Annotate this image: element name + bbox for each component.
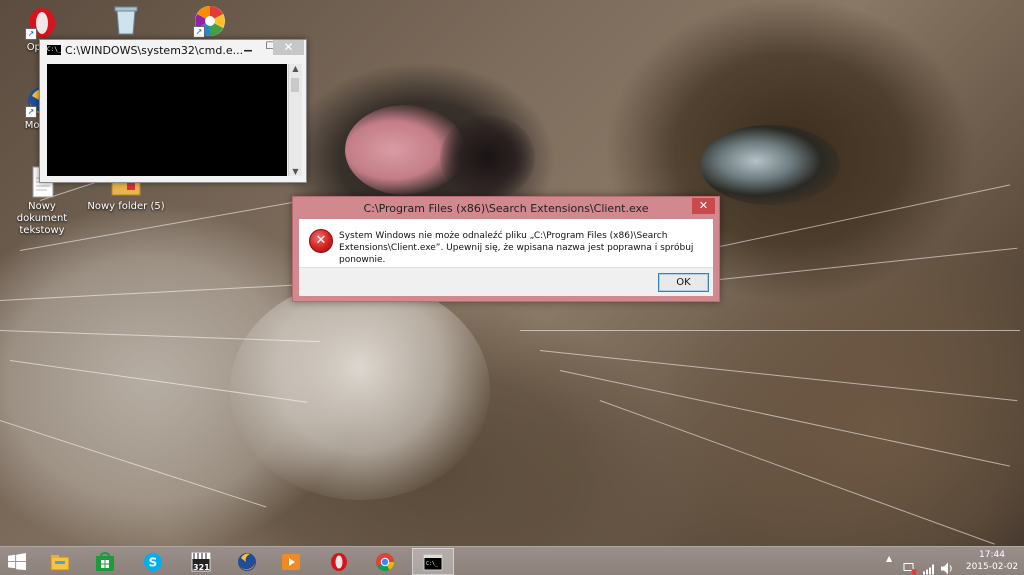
error-icon: ✕ <box>309 229 333 253</box>
dialog-content: ✕ System Windows nie może odnaleźć pliku… <box>299 219 713 267</box>
clock-time: 17:44 <box>979 550 1005 560</box>
cmd-icon: C:\_ <box>47 45 62 55</box>
cmd-console-area[interactable] <box>47 64 287 176</box>
whisker <box>539 350 1018 402</box>
close-button[interactable]: ✕ <box>273 40 304 55</box>
taskbar-chrome[interactable] <box>366 548 404 575</box>
dialog-title: C:\Program Files (x86)\Search Extensions… <box>363 202 649 215</box>
whisker <box>599 400 995 545</box>
network-signal-icon[interactable] <box>922 555 936 575</box>
taskbar-clock[interactable]: 17:44 2015-02-02 <box>962 549 1022 573</box>
wallpaper-cat-nostril <box>440 115 535 200</box>
desktop-icon-recycle-bin[interactable] <box>86 2 166 38</box>
start-button[interactable] <box>0 548 36 575</box>
action-center-icon[interactable] <box>903 554 917 575</box>
clock-date: 2015-02-02 <box>965 562 1019 572</box>
chrome-icon <box>376 553 394 572</box>
volume-icon[interactable] <box>940 554 954 575</box>
minimize-button[interactable]: ▁ <box>236 40 260 55</box>
taskbar-opera[interactable] <box>320 548 358 575</box>
dialog-message: System Windows nie może odnaleźć pliku „… <box>339 231 694 265</box>
shortcut-arrow-icon: ↗ <box>193 26 205 38</box>
whisker <box>0 420 267 508</box>
taskbar-file-explorer[interactable] <box>41 548 79 575</box>
whisker <box>559 370 1010 467</box>
skype-icon: S <box>144 553 162 571</box>
taskbar-media-player[interactable] <box>272 548 310 575</box>
media-player-classic-badge: 321 <box>193 563 210 572</box>
taskbar-firefox[interactable] <box>228 548 266 575</box>
cmd-window-title: C:\WINDOWS\system32\cmd.e... <box>65 44 244 57</box>
scroll-up-icon[interactable]: ▲ <box>289 64 302 73</box>
shortcut-arrow-icon: ↗ <box>25 106 37 118</box>
cmd-icon: C:\_ <box>423 554 443 571</box>
wallpaper-cat-chin <box>230 280 490 500</box>
desktop-icon-label: Nowy folder (5) <box>87 201 165 212</box>
taskbar-cmd[interactable]: C:\_ <box>412 548 454 575</box>
cmd-scrollbar[interactable]: ▲ ▼ <box>288 64 302 176</box>
taskbar-store[interactable] <box>86 548 124 575</box>
whisker <box>520 330 1020 331</box>
scroll-down-icon[interactable]: ▼ <box>289 167 302 176</box>
store-icon <box>96 552 114 571</box>
media-player-icon <box>282 554 300 570</box>
opera-icon: ↗ <box>25 6 59 40</box>
desktop-icon-picasa[interactable]: ↗ <box>170 4 250 40</box>
recycle-bin-icon <box>109 2 143 36</box>
firefox-icon <box>238 553 256 571</box>
windows-logo-icon <box>8 553 26 571</box>
cmd-window[interactable]: C:\_ C:\WINDOWS\system32\cmd.e... ▁ ☐ ✕ … <box>39 39 307 183</box>
scrollbar-thumb[interactable] <box>291 78 299 92</box>
taskbar-skype[interactable]: S <box>134 548 172 575</box>
taskbar: S 321 C:\_ ▲ 17:44 2015-02-02 <box>0 546 1024 575</box>
desktop-icon-label: Nowy dokument tekstowy <box>16 201 68 236</box>
dialog-footer: OK <box>299 267 713 296</box>
svg-text:C:\_: C:\_ <box>426 561 439 567</box>
cmd-titlebar[interactable]: C:\_ C:\WINDOWS\system32\cmd.e... ▁ ☐ ✕ <box>40 40 306 60</box>
error-dialog[interactable]: C:\Program Files (x86)\Search Extensions… <box>292 196 720 302</box>
opera-icon <box>331 553 347 571</box>
file-explorer-icon <box>50 555 70 571</box>
dialog-close-button[interactable]: ✕ <box>692 198 715 214</box>
taskbar-media-player-classic[interactable]: 321 <box>182 548 220 575</box>
whisker <box>0 282 330 301</box>
ok-button[interactable]: OK <box>658 273 709 292</box>
picasa-icon: ↗ <box>193 4 227 38</box>
wallpaper-cat-eye <box>700 125 840 205</box>
tray-overflow-icon[interactable]: ▲ <box>886 554 892 575</box>
shortcut-arrow-icon: ↗ <box>25 28 37 40</box>
svg-text:S: S <box>149 556 158 570</box>
